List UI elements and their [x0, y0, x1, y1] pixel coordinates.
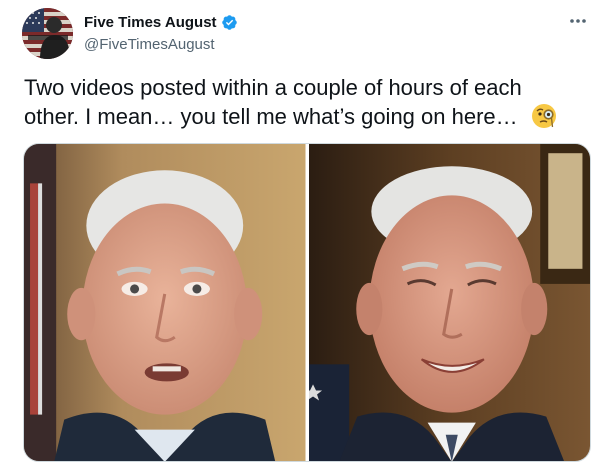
- author-display-name[interactable]: Five Times August: [84, 12, 217, 33]
- media-photo-right[interactable]: [308, 144, 590, 461]
- tweet-text-line-2-content: other. I mean… you tell me what’s going …: [24, 104, 518, 129]
- more-options-icon: [570, 19, 586, 23]
- man-portrait-thumbnail: [24, 144, 306, 461]
- tweet-header: Five Times August @FiveTimesAugust: [84, 12, 564, 54]
- face-with-monocle-icon: [530, 102, 558, 130]
- media-photo-left[interactable]: [24, 144, 306, 461]
- media-grid: [23, 143, 591, 462]
- tweet-text: Two videos posted within a couple of hou…: [24, 74, 584, 131]
- tweet-text-line-1-content: Two videos posted within a couple of hou…: [24, 75, 522, 100]
- more-options-button[interactable]: [565, 10, 591, 32]
- flag-avatar-icon: [22, 8, 73, 59]
- author-handle[interactable]: @FiveTimesAugust: [84, 35, 564, 54]
- tweet-card: Five Times August @FiveTimesAugust Two v…: [0, 0, 604, 473]
- author-avatar[interactable]: [22, 8, 73, 59]
- man-portrait-thumbnail: [308, 144, 590, 461]
- name-row: Five Times August: [84, 12, 564, 33]
- tweet-text-line-2: other. I mean… you tell me what’s going …: [24, 102, 584, 131]
- tweet-text-line-1: Two videos posted within a couple of hou…: [24, 74, 584, 102]
- verified-badge-icon: [221, 14, 238, 31]
